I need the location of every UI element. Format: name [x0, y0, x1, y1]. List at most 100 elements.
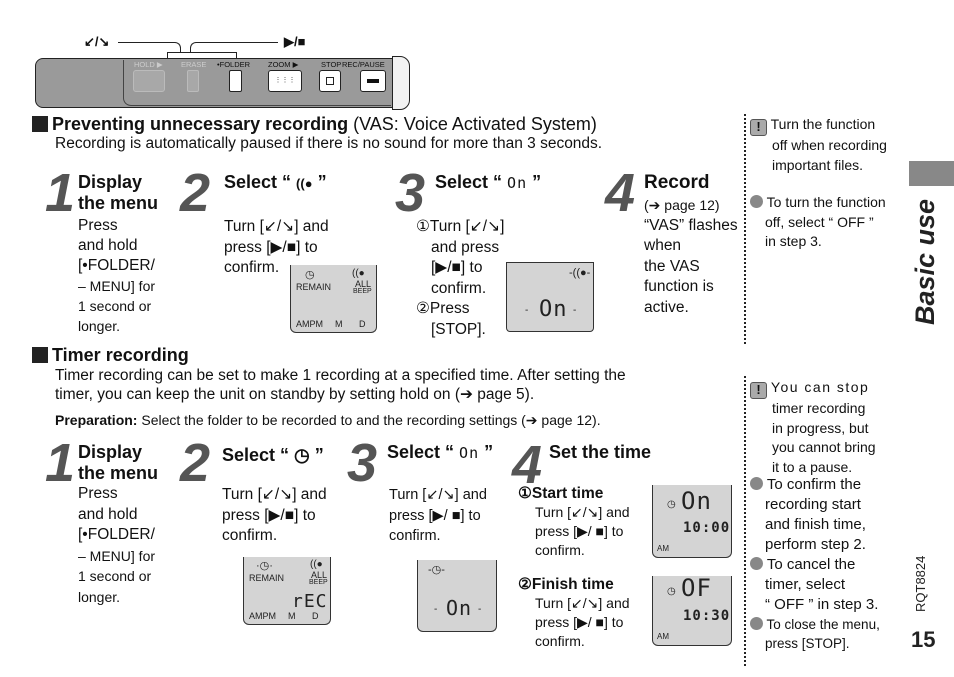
lcd-label: REMAIN — [296, 282, 332, 292]
step-number: 1 — [45, 433, 75, 493]
text-line: “ OFF ” in step 3. — [765, 596, 879, 613]
text-line: Turn [↙/↘] and — [535, 504, 630, 520]
segment-display: rEC — [292, 591, 328, 612]
zoom-label: ZOOM ▶ — [268, 60, 299, 69]
text-line: timer, you can keep the unit on standby … — [55, 386, 535, 403]
lcd-label: BEEP — [309, 579, 328, 586]
notes-divider — [744, 114, 746, 344]
flash-rays: - — [525, 305, 529, 316]
text-line: 1 second or — [78, 568, 152, 584]
timer-section-title: Timer recording — [32, 345, 189, 366]
vas-voice-icon: ((● — [296, 176, 313, 191]
preparation-label: Preparation: — [55, 412, 138, 428]
preparation-note: Preparation: Select the folder to be rec… — [55, 412, 601, 429]
step-heading: Select “ ◷ ” — [222, 445, 324, 465]
text-line: – MENU] for — [78, 547, 156, 564]
step-heading-text: Select “ — [435, 172, 508, 192]
vas-voice-icon: ((● — [352, 268, 365, 279]
step-heading: Record — [644, 172, 710, 193]
text-line: To confirm the — [766, 476, 862, 493]
turn-dial-callout: ↙/↘ — [84, 34, 110, 49]
step-number: 2 — [180, 163, 210, 223]
lcd-label: REMAIN — [249, 573, 285, 583]
rec-pause-button[interactable] — [360, 70, 386, 92]
text-line: Press — [78, 217, 118, 234]
flash-rays: - — [434, 604, 438, 615]
text-line: 1 second or — [78, 298, 152, 314]
timer-title: Timer recording — [52, 345, 189, 365]
text-line: To close the menu, — [766, 617, 880, 632]
text-line: Turn [↙/↘] and — [535, 595, 630, 611]
vas-warning-note: ! Turn the function off when recording i… — [750, 115, 887, 175]
lcd-label: AMPM — [249, 611, 276, 621]
vas-voice-flashing-icon: -((●- — [569, 267, 591, 279]
text-line: – MENU] for — [78, 278, 156, 294]
text-line: confirm. — [389, 528, 441, 544]
callout-line-left — [118, 42, 168, 43]
lcd-label: M — [288, 611, 296, 621]
text-line: timer recording — [772, 400, 866, 416]
step-heading: Select “ On ” — [435, 172, 541, 194]
step-heading: Select “ ((● ” — [224, 172, 327, 194]
text-line: and hold — [78, 505, 138, 523]
step-body: Press and hold [•FOLDER/ – MENU] for 1 s… — [78, 216, 155, 336]
segment-text: On — [507, 174, 528, 192]
segment-time: 10:30 — [683, 608, 731, 624]
timer-clock-flashing-icon: -◷- — [428, 564, 445, 576]
text-line: [▶/■] to — [431, 259, 483, 276]
erase-button[interactable] — [187, 70, 199, 92]
step-heading: Display the menu — [78, 172, 158, 214]
text-line: press [▶/■] to — [222, 506, 316, 524]
warning-icon: ! — [750, 382, 767, 399]
text-line: Turn [↙/↘] and — [224, 218, 329, 235]
text-line: timer, select — [765, 576, 846, 593]
tab-label: Basic use — [910, 198, 940, 325]
text-line: To turn the function — [766, 194, 886, 210]
text-line: press [▶/ ■] to — [535, 614, 624, 630]
timer-description: Timer recording can be set to make 1 rec… — [55, 366, 626, 404]
text-line: [•FOLDER/ — [78, 526, 155, 543]
text-line: confirm. — [431, 279, 487, 297]
step-number: 3 — [347, 433, 377, 493]
text-line: Turn [↙/↘] and — [389, 487, 487, 503]
zoom-switch[interactable]: ⋮⋮⋮ — [268, 70, 302, 92]
page-link[interactable]: (➔ page 12) — [644, 195, 738, 216]
lcd-display: ◷ OF 10:30 AM — [652, 574, 732, 646]
text-line: and press — [431, 238, 500, 256]
stop-button[interactable] — [319, 70, 341, 92]
text-line: Timer recording can be set to make 1 rec… — [55, 367, 626, 384]
text-line: important files. — [772, 156, 864, 173]
lcd-display: ◷ On 10:00 AM — [652, 485, 732, 558]
ampm-indicator: AM — [657, 632, 669, 641]
vas-bullet-note: To turn the function off, select “ OFF ”… — [750, 193, 886, 252]
text-line: off when recording — [772, 137, 887, 153]
rec-bar-icon — [367, 79, 379, 83]
lcd-display: -◷- On - - — [417, 560, 497, 632]
timer-clock-icon: ◷ — [667, 586, 676, 597]
timer-clock-flashing-icon: ·◷· — [256, 560, 273, 572]
text-line: ②Press — [416, 300, 470, 317]
text-line: active. — [644, 298, 689, 316]
text-line: “VAS” flashes — [644, 216, 738, 234]
finish-time-substep: ②Finish time Turn [↙/↘] and press [▶/ ■]… — [518, 575, 630, 651]
step-heading-line: the menu — [78, 463, 159, 483]
step-heading-line: Display — [78, 172, 143, 192]
text-line: and hold — [78, 237, 138, 254]
notes-divider — [744, 376, 746, 666]
text-line: [•FOLDER/ — [78, 257, 155, 274]
hold-switch[interactable] — [133, 70, 165, 92]
text-line: confirm. — [222, 527, 278, 544]
text-line: Turn the function — [770, 116, 876, 132]
text-line: in step 3. — [765, 233, 822, 249]
step-number: 2 — [180, 433, 210, 493]
text-line: perform step 2. — [765, 536, 866, 553]
vas-description: Recording is automatically paused if the… — [55, 135, 603, 152]
step-body: Press and hold [•FOLDER/ – MENU] for 1 s… — [78, 484, 155, 607]
callout-line-right — [200, 42, 278, 43]
timer-bullet-note: To cancel the timer, select “ OFF ” in s… — [750, 555, 878, 615]
text-line: recording start — [765, 496, 861, 513]
step-body: ①Turn [↙/↘] and press [▶/■] to confirm. … — [416, 217, 504, 340]
folder-button[interactable] — [229, 70, 242, 92]
step-heading-quote: ” — [479, 442, 494, 462]
step-number: 4 — [512, 435, 542, 495]
